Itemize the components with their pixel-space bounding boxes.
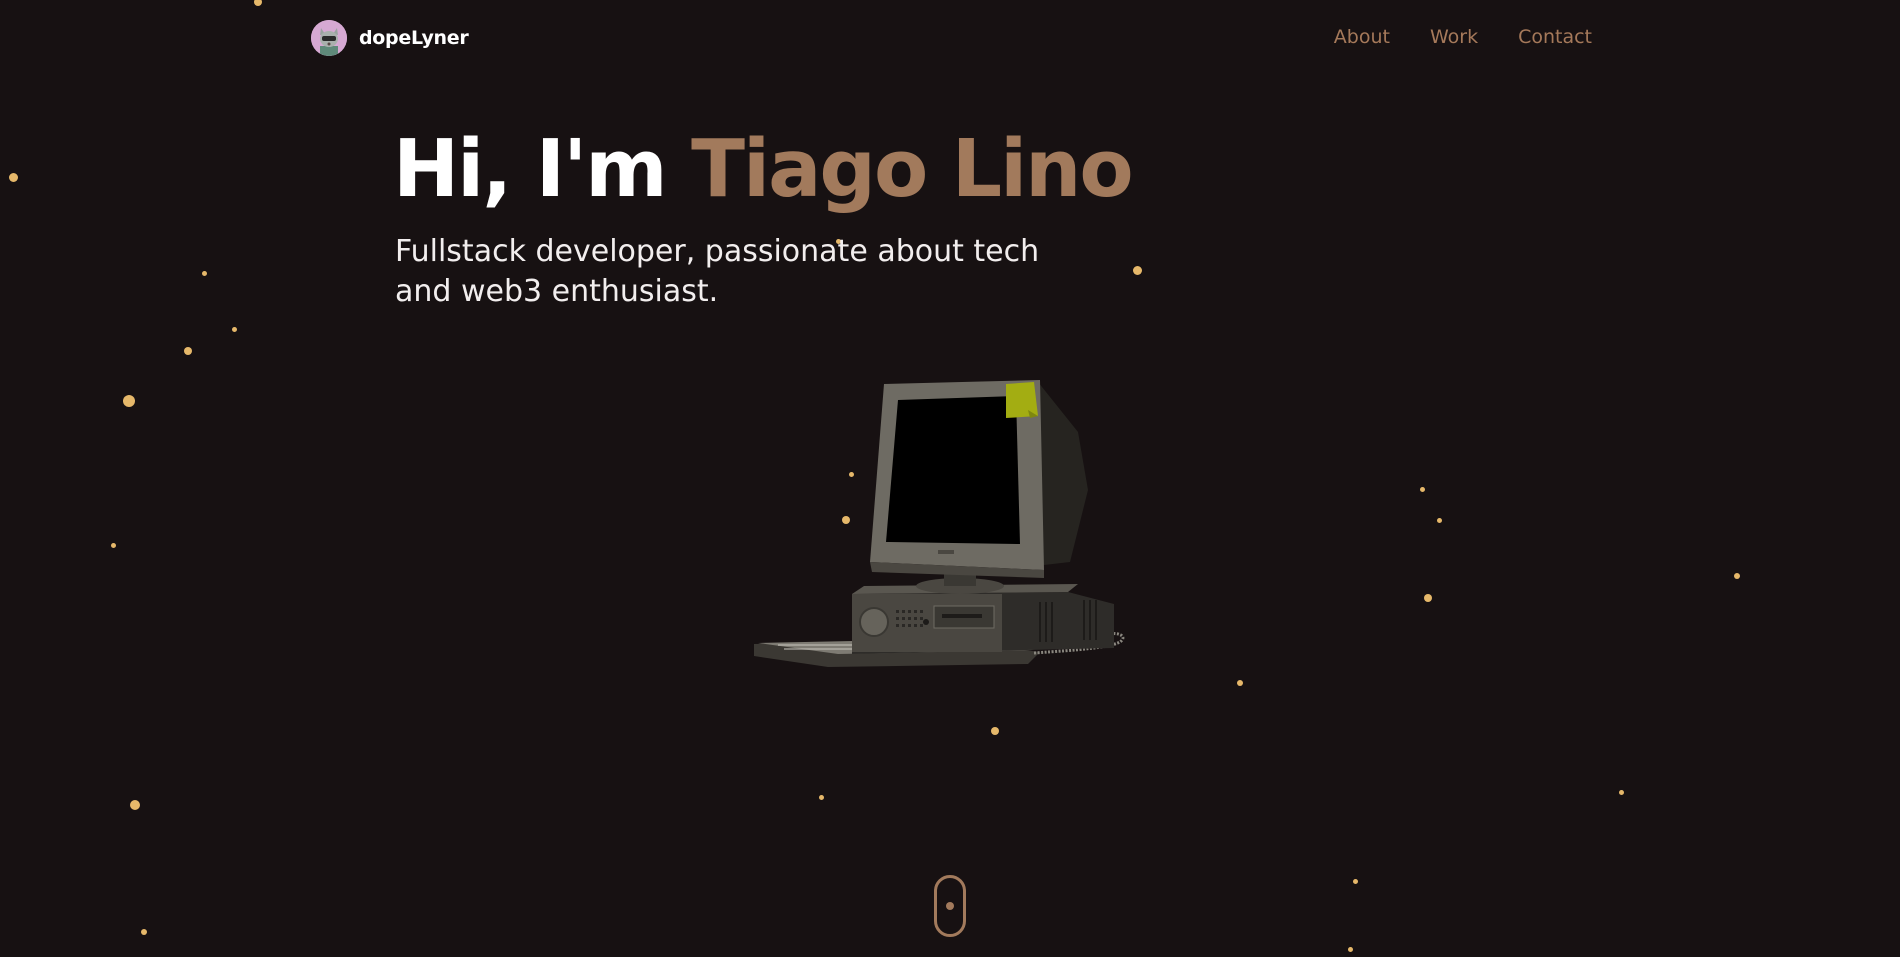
hero-subtitle: Fullstack developer, passionate about te… bbox=[395, 234, 1040, 309]
particle bbox=[991, 727, 999, 735]
particle bbox=[184, 347, 192, 355]
particle bbox=[1133, 266, 1142, 275]
nav-link-about[interactable]: About bbox=[1334, 26, 1390, 48]
particle bbox=[1420, 487, 1425, 492]
particle bbox=[1348, 947, 1353, 952]
particle bbox=[1424, 594, 1432, 602]
retro-computer-icon bbox=[748, 372, 1158, 672]
particle bbox=[202, 271, 207, 276]
particle bbox=[1437, 518, 1442, 523]
particle bbox=[1734, 573, 1740, 579]
nav-link-contact[interactable]: Contact bbox=[1518, 26, 1592, 48]
scroll-wheel bbox=[946, 902, 954, 910]
particle bbox=[111, 543, 116, 548]
particle bbox=[130, 800, 140, 810]
page: dopeLyner About Work Contact Hi, I'm Tia… bbox=[0, 0, 1900, 957]
particle bbox=[232, 327, 237, 332]
particle bbox=[9, 173, 18, 182]
nav-link-work[interactable]: Work bbox=[1430, 26, 1478, 48]
site-header: dopeLyner About Work Contact bbox=[0, 0, 1900, 78]
particle bbox=[1353, 879, 1358, 884]
brand-link[interactable]: dopeLyner bbox=[311, 20, 469, 56]
particle bbox=[819, 795, 824, 800]
particle bbox=[123, 395, 135, 407]
hero-title: Hi, I'm Tiago Lino bbox=[393, 123, 1134, 215]
hero-greeting: Hi, I'm bbox=[393, 123, 692, 215]
brand-name: dopeLyner bbox=[359, 27, 469, 49]
avatar-icon bbox=[311, 20, 347, 56]
mouse-scroll-icon[interactable] bbox=[934, 875, 966, 937]
particle bbox=[141, 929, 147, 935]
hero-name: Tiago Lino bbox=[691, 123, 1134, 215]
particle bbox=[1619, 790, 1624, 795]
particle bbox=[1237, 680, 1243, 686]
main-nav: About Work Contact bbox=[1334, 26, 1592, 48]
